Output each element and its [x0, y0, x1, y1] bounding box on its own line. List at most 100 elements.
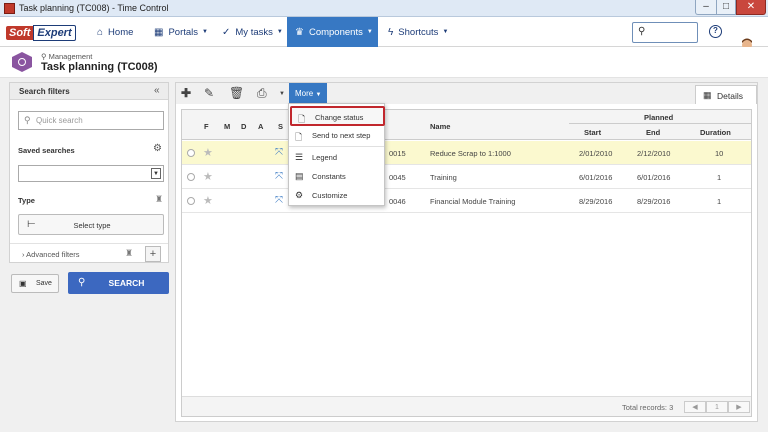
add-icon[interactable]: ✚: [181, 86, 191, 100]
more-label: More: [295, 89, 314, 98]
more-menu: 🗋 Change status 🗋 Send to next step ☰ Le…: [288, 103, 385, 206]
details-tab[interactable]: ▦ Details: [695, 85, 757, 104]
minimize-button[interactable]: –: [695, 0, 717, 15]
window-titlebar: Task planning (TC008) - Time Control – □…: [0, 0, 768, 17]
app-icon: [4, 3, 15, 14]
type-label: Type: [18, 196, 35, 205]
add-filter-button[interactable]: +: [145, 246, 161, 262]
nav-shortcuts-label: Shortcuts: [398, 26, 439, 38]
col-start[interactable]: Start: [584, 128, 601, 137]
nav-components[interactable]: ♛ Components ▼: [287, 17, 378, 47]
col-end[interactable]: End: [646, 128, 660, 137]
save-button[interactable]: ▣ Save: [11, 274, 59, 293]
nav-home[interactable]: ⌂ Home: [89, 17, 141, 47]
gear-icon: ⚙: [295, 190, 304, 200]
details-grid-icon: ▦: [703, 90, 712, 100]
print-icon[interactable]: ⎙: [257, 86, 267, 101]
advanced-filters-label: Advanced filters: [26, 250, 80, 259]
check-icon: ✓: [222, 26, 231, 38]
select-type-label: Select type: [73, 221, 111, 230]
row-end: 8/29/2016: [637, 197, 671, 206]
row-start: 2/01/2010: [579, 149, 613, 158]
edit-icon[interactable]: ✎: [204, 86, 214, 100]
col-planned: Planned: [644, 113, 674, 122]
more-button[interactable]: More ▼: [289, 83, 327, 104]
select-type-button[interactable]: ⊢ Select type: [18, 214, 164, 235]
quick-search-input[interactable]: ⚲ Quick search: [18, 111, 164, 130]
logo-expert: Expert: [33, 24, 76, 41]
row-duration: 1: [717, 197, 722, 206]
window-title: Task planning (TC008) - Time Control: [19, 3, 169, 13]
star-icon[interactable]: ★: [203, 194, 213, 207]
star-icon[interactable]: ★: [203, 170, 213, 183]
grid-header: F M D A S Name Planned Start End Duratio…: [182, 110, 751, 140]
bolt-icon: ϟ: [388, 26, 394, 38]
menu-item-label: Send to next step: [312, 131, 371, 140]
table-row[interactable]: ★ ⤧ 0015 Reduce Scrap to 1:1000 2/01/201…: [182, 141, 751, 165]
caret-down-icon[interactable]: ▼: [279, 91, 285, 97]
menu-item-label: Constants: [312, 172, 346, 181]
menu-item-constants[interactable]: ▤ Constants: [289, 167, 384, 186]
col-f[interactable]: F: [204, 122, 209, 131]
row-radio[interactable]: [187, 173, 195, 181]
send-next-icon: 🗋: [295, 132, 303, 142]
col-m[interactable]: M: [224, 122, 230, 131]
row-end: 6/01/2016: [637, 173, 671, 182]
breadcrumb-text: Management: [48, 52, 93, 61]
row-radio[interactable]: [187, 197, 195, 205]
close-button[interactable]: ✕: [736, 0, 766, 15]
nav-portals-label: Portals: [168, 26, 199, 38]
col-a[interactable]: A: [258, 122, 263, 131]
row-id: 0045: [389, 173, 406, 182]
caret-down-icon: ▼: [442, 29, 449, 35]
save-label: Save: [36, 280, 52, 287]
advanced-filters-row[interactable]: › Advanced filters ♜ +: [10, 243, 168, 263]
help-icon[interactable]: ?: [709, 25, 722, 38]
filters-title: Search filters: [19, 87, 70, 96]
menu-item-send-next-step[interactable]: 🗋 Send to next step: [289, 126, 384, 145]
trophy-icon: ♛: [295, 26, 304, 38]
menu-item-label: Legend: [312, 153, 338, 162]
search-button[interactable]: ⚲ SEARCH: [68, 272, 169, 294]
col-name[interactable]: Name: [430, 122, 450, 131]
saved-searches-label: Saved searches: [18, 146, 75, 155]
trash-icon[interactable]: 🗑: [229, 86, 244, 100]
breadcrumb[interactable]: ⚲ Management: [41, 52, 92, 61]
search-filters-panel: Search filters « ⚲ Quick search Saved se…: [9, 82, 169, 263]
collapse-icon[interactable]: «: [154, 85, 160, 96]
clear-filter-icon[interactable]: ♜: [155, 194, 163, 205]
menu-item-label: Customize: [312, 191, 348, 200]
nav-portals[interactable]: ▦ Portals ▼: [146, 17, 216, 47]
quick-search-placeholder: Quick search: [36, 116, 83, 125]
caret-down-icon: ▼: [315, 92, 322, 98]
col-s[interactable]: S: [278, 122, 283, 131]
nav-my-tasks-label: My tasks: [235, 26, 273, 38]
nav-shortcuts[interactable]: ϟ Shortcuts ▼: [380, 17, 456, 47]
star-icon[interactable]: ★: [203, 146, 213, 159]
menu-item-change-status[interactable]: 🗋 Change status: [290, 106, 385, 126]
row-radio[interactable]: [187, 149, 195, 157]
saved-searches-select[interactable]: ▼: [18, 165, 164, 182]
gear-icon[interactable]: ⚙: [153, 143, 162, 154]
chevron-down-icon: ▼: [151, 168, 161, 179]
task-grid: F M D A S Name Planned Start End Duratio…: [181, 109, 752, 417]
col-duration[interactable]: Duration: [700, 128, 731, 137]
next-page-button[interactable]: ▶: [728, 401, 750, 413]
table-row[interactable]: ★ ⤧ 0045 Training 6/01/2016 6/01/2016 1: [182, 165, 751, 189]
status-icon: ⤧: [275, 195, 283, 206]
grid-toolbar: ✚ ✎ 🗑 ⎙ ▼ More ▼ ▦ Details: [176, 83, 757, 104]
prev-page-button[interactable]: ◀: [684, 401, 706, 413]
col-d[interactable]: D: [241, 122, 246, 131]
nav-my-tasks[interactable]: ✓ My tasks ▼: [214, 17, 291, 47]
task-grid-panel: ✚ ✎ 🗑 ⎙ ▼ More ▼ ▦ Details F M D A S Nam…: [175, 82, 758, 422]
module-icon-inner: [18, 58, 26, 66]
table-row[interactable]: ★ ⤧ 0046 Financial Module Training 8/29/…: [182, 189, 751, 213]
row-name: Training: [430, 173, 457, 182]
global-search-input[interactable]: ⚲: [632, 22, 698, 43]
details-label: Details: [717, 91, 743, 101]
maximize-button[interactable]: □: [716, 0, 736, 15]
menu-item-legend[interactable]: ☰ Legend: [289, 148, 384, 167]
menu-item-customize[interactable]: ⚙ Customize: [289, 186, 384, 205]
clear-filter-icon[interactable]: ♜: [125, 248, 133, 259]
softexpert-logo[interactable]: Soft Expert: [6, 24, 76, 41]
